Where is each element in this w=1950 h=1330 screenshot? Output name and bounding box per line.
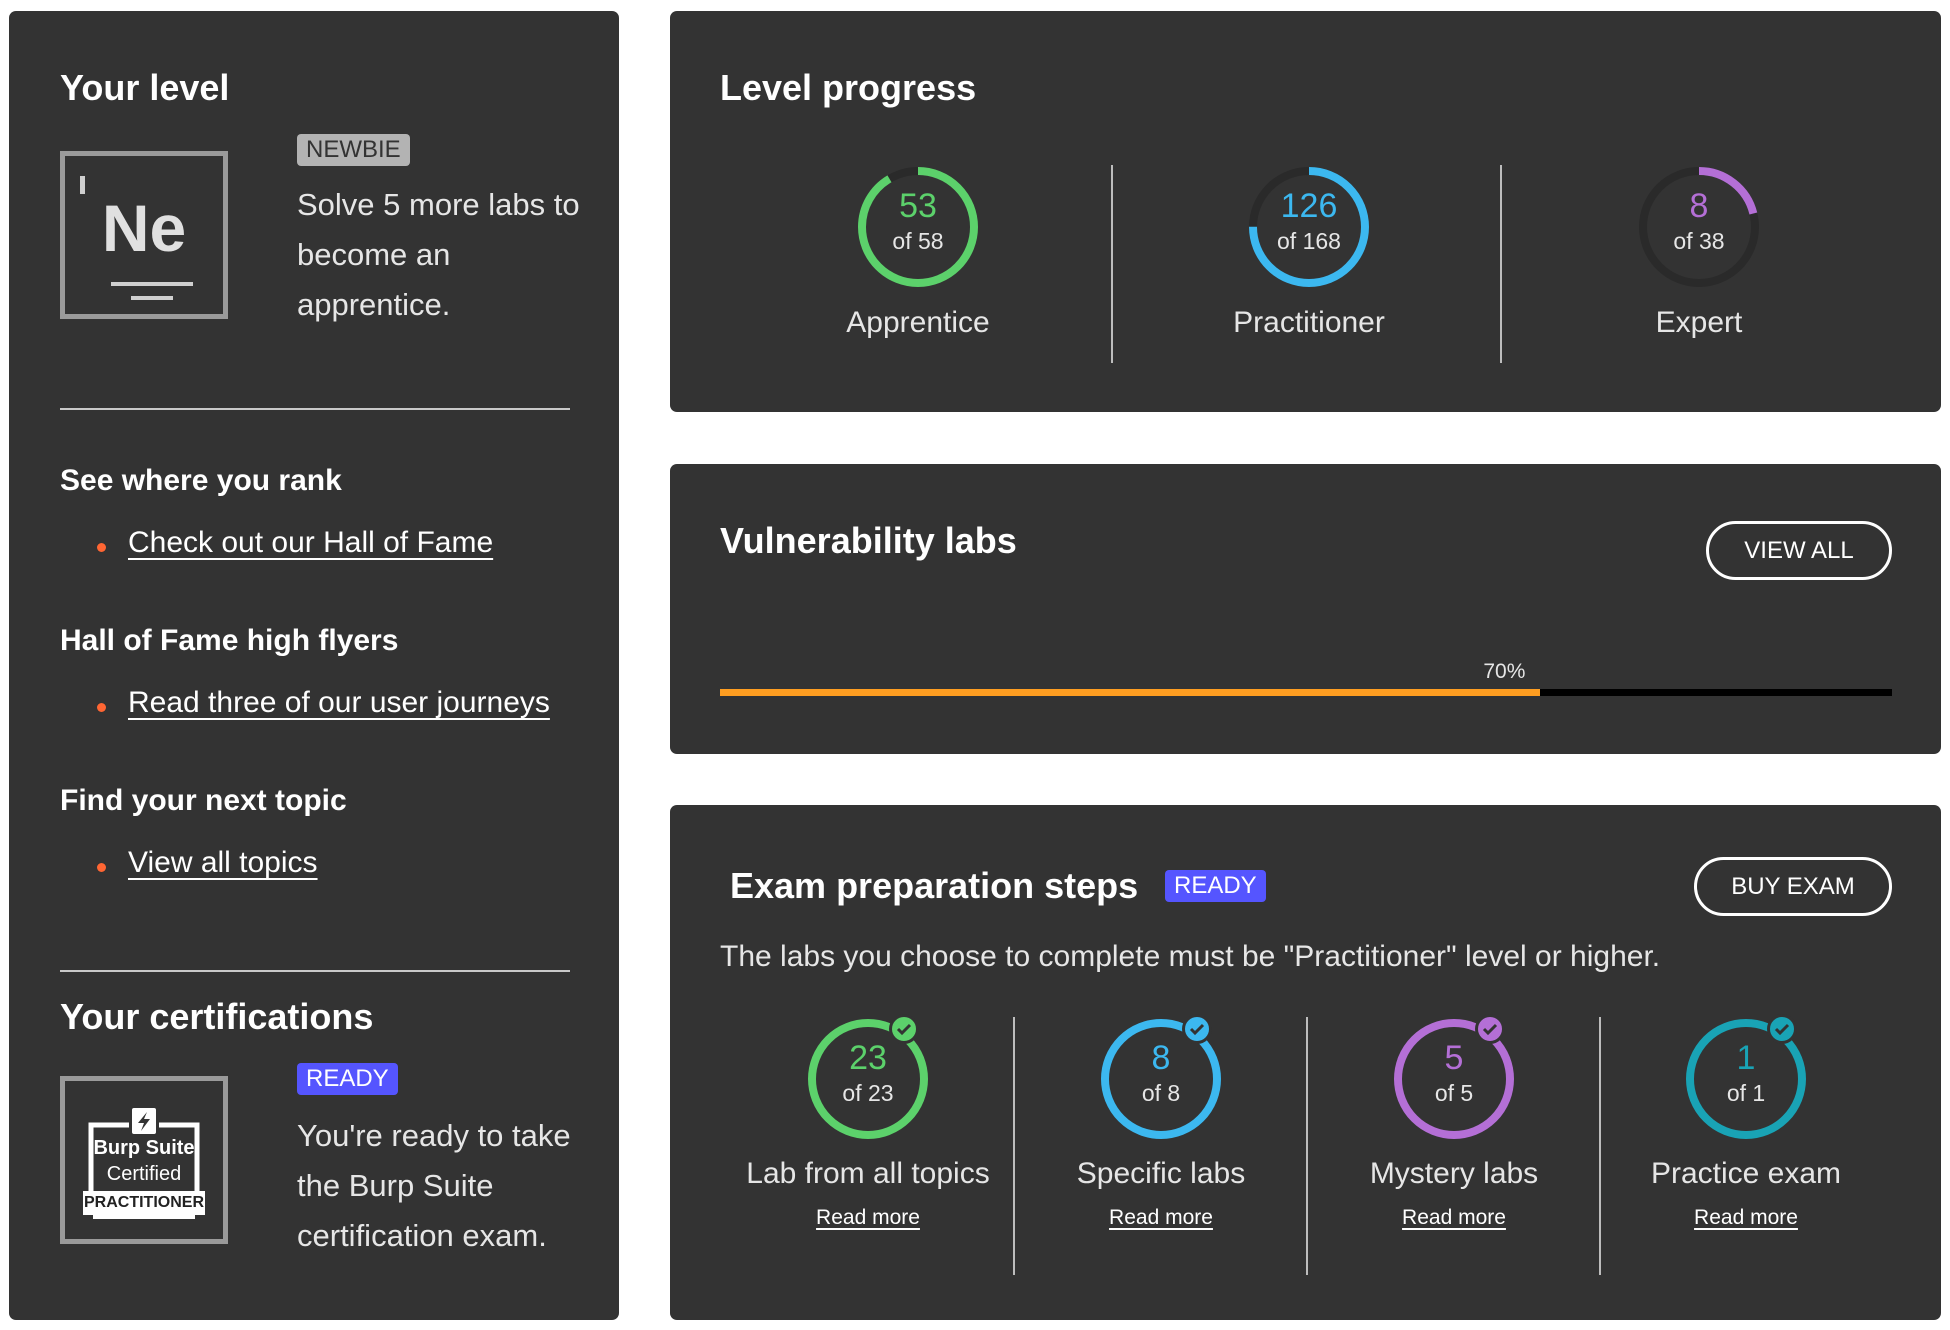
exam-ready-badge: READY	[1165, 870, 1266, 902]
mystery-labs-ring: 5 of 5	[1392, 1014, 1516, 1141]
certification-description: You're ready to take the Burp Suite cert…	[297, 1118, 571, 1253]
element-line-2	[131, 296, 173, 300]
bullet	[97, 543, 106, 552]
step-label: Lab from all topics	[746, 1157, 990, 1190]
column-divider	[1500, 165, 1502, 363]
apprentice-ring: 53 of 58	[856, 165, 980, 289]
ring-total: of 23	[842, 1080, 894, 1106]
practitioner-label: Practitioner	[1233, 306, 1385, 339]
buy-exam-button[interactable]: BUY EXAM	[1694, 857, 1892, 916]
newbie-badge: NEWBIE	[297, 134, 410, 166]
labs-progress-bar	[720, 689, 1892, 696]
lab-from-all-topics-ring: 23 of 23	[806, 1014, 930, 1141]
user-journeys-link[interactable]: Read three of our user journeys	[128, 686, 550, 720]
expert-ring: 8 of 38	[1637, 165, 1761, 289]
step-label: Mystery labs	[1369, 1157, 1539, 1190]
cert-badge: Burp Suite Certified PRACTITIONER	[60, 1076, 228, 1244]
view-all-button[interactable]: VIEW ALL	[1706, 521, 1892, 580]
view-all-topics-link[interactable]: View all topics	[128, 846, 318, 880]
ring-value: 126	[1280, 187, 1338, 225]
practice-exam-ring: 1 of 1	[1684, 1014, 1808, 1141]
check-icon	[1182, 1014, 1212, 1044]
ring-value: 53	[899, 187, 937, 225]
ring-value: 8	[1151, 1039, 1171, 1077]
step-label: Practice exam	[1650, 1157, 1842, 1190]
level-progress-panel: Level progress 53 of 58 Apprentice 126 o…	[670, 11, 1941, 412]
rank-title: See where you rank	[60, 464, 342, 497]
your-level-panel: Your level Ne NEWBIE Solve 5 more labs t…	[9, 11, 619, 1320]
section-divider	[60, 970, 570, 972]
read-more-link[interactable]: Read more	[1694, 1206, 1798, 1230]
progress-percent-label: 70%	[1483, 660, 1526, 683]
section-divider	[60, 408, 570, 410]
specific-labs-ring: 8 of 8	[1099, 1014, 1223, 1141]
element-tile: Ne	[60, 151, 228, 319]
vulnerability-labs-panel: Vulnerability labs VIEW ALL 70%	[670, 464, 1941, 754]
read-more-link[interactable]: Read more	[1402, 1206, 1506, 1230]
check-icon	[889, 1014, 919, 1044]
ring-total: of 58	[892, 228, 944, 254]
ring-value: 5	[1444, 1039, 1464, 1077]
ready-badge: READY	[297, 1063, 398, 1095]
cert-line-3: PRACTITIONER	[83, 1191, 205, 1215]
read-more-link[interactable]: Read more	[816, 1206, 920, 1230]
bullet	[97, 863, 106, 872]
ring-total: of 8	[1141, 1080, 1181, 1106]
column-divider	[1306, 1017, 1308, 1275]
element-symbol: Ne	[101, 191, 187, 265]
ring-value: 1	[1736, 1039, 1756, 1077]
certifications-title: Your certifications	[60, 996, 374, 1037]
labs-progress-fill	[720, 689, 1541, 696]
vulnerability-labs-title: Vulnerability labs	[720, 520, 1017, 561]
exam-description: The labs you choose to complete must be …	[720, 940, 1661, 973]
next-topic-title: Find your next topic	[60, 784, 347, 817]
ring-value: 23	[849, 1039, 887, 1077]
exam-title: Exam preparation steps	[730, 865, 1139, 906]
cert-line-2: Certified	[106, 1163, 182, 1185]
your-level-title: Your level	[60, 67, 230, 108]
check-icon	[1767, 1014, 1797, 1044]
cert-line-1: Burp Suite	[93, 1137, 195, 1159]
bullet	[97, 703, 106, 712]
high-flyers-title: Hall of Fame high flyers	[60, 624, 399, 657]
hall-of-fame-link[interactable]: Check out our Hall of Fame	[128, 526, 493, 560]
column-divider	[1013, 1017, 1015, 1275]
read-more-link[interactable]: Read more	[1109, 1206, 1213, 1230]
ring-total: of 168	[1277, 228, 1341, 254]
column-divider	[1111, 165, 1113, 363]
ring-value: 8	[1689, 187, 1709, 225]
level-description: Solve 5 more labs to become an apprentic…	[297, 187, 580, 322]
column-divider	[1599, 1017, 1601, 1275]
ring-total: of 1	[1726, 1080, 1766, 1106]
apprentice-label: Apprentice	[846, 306, 990, 339]
check-icon	[1475, 1014, 1505, 1044]
practitioner-ring: 126 of 168	[1247, 165, 1371, 289]
exam-preparation-panel: Exam preparation steps READY BUY EXAM Th…	[670, 805, 1941, 1320]
ring-total: of 38	[1673, 228, 1725, 254]
step-label: Specific labs	[1076, 1157, 1246, 1190]
expert-label: Expert	[1655, 306, 1743, 339]
element-line-1	[111, 282, 193, 286]
level-progress-title: Level progress	[720, 67, 977, 108]
ring-total: of 5	[1434, 1080, 1474, 1106]
